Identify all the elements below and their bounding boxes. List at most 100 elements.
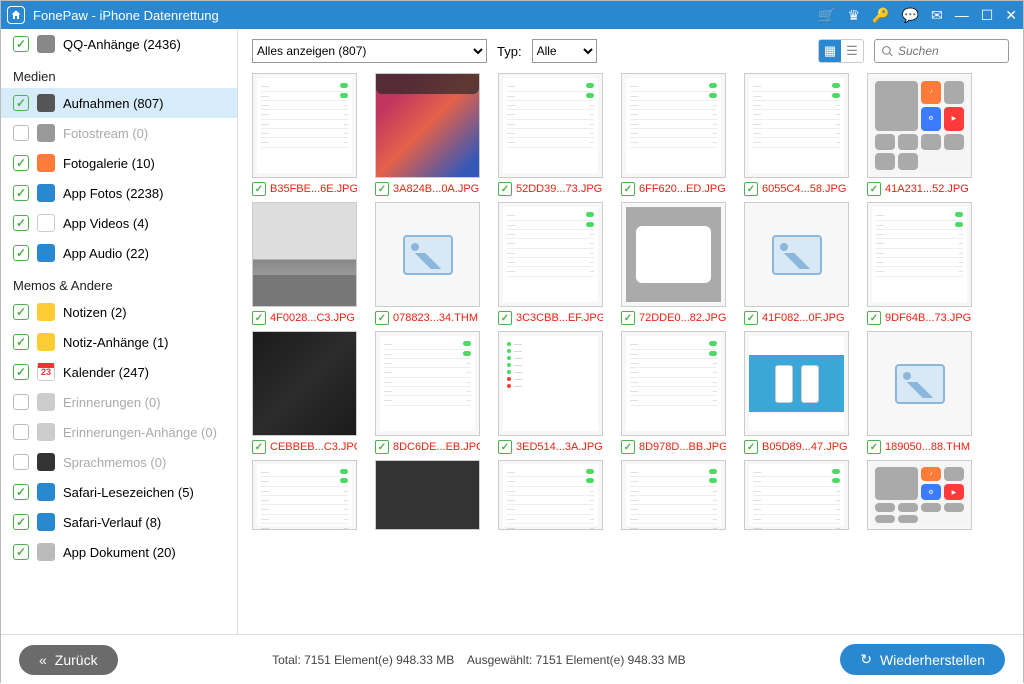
thumbnail[interactable]: ——————————————————— — [867, 202, 972, 307]
thumbnail-cell[interactable]: 41F082...0F.JPG — [744, 202, 849, 325]
back-button[interactable]: « Zurück — [19, 645, 118, 675]
thumbnail[interactable]: —— —— —— —— —— —— —— — [498, 331, 603, 436]
thumbnail[interactable]: ——————————————————— — [498, 202, 603, 307]
thumbnail-cell[interactable]: B05D89...47.JPG — [744, 331, 849, 454]
sidebar-item[interactable]: Aufnahmen (807) — [1, 88, 237, 118]
cart-icon[interactable]: 🛒 — [818, 7, 835, 24]
thumbnail-cell[interactable]: 078823...34.THM — [375, 202, 480, 325]
thumbnail[interactable]: ——————————————————— — [252, 460, 357, 530]
file-checkbox[interactable] — [375, 440, 389, 454]
thumbnail[interactable]: ——————————————————— — [498, 73, 603, 178]
checkbox[interactable] — [13, 185, 29, 201]
thumbnail-cell[interactable]: ♪⚙▶41A231...52.JPG — [867, 73, 972, 196]
sidebar-item[interactable]: App Fotos (2238) — [1, 178, 237, 208]
grid-view-button[interactable]: ▦ — [819, 40, 841, 62]
sidebar-item[interactable]: App Dokument (20) — [1, 537, 237, 567]
thumbnail-cell[interactable]: —— —— —— —— —— —— ——3ED514...3A.JPG — [498, 331, 603, 454]
list-view-button[interactable]: ☰ — [841, 40, 863, 62]
file-checkbox[interactable] — [621, 311, 635, 325]
thumbnail-cell[interactable]: ———————————————————8D978D...BB.JPG — [621, 331, 726, 454]
close-icon[interactable]: ✕ — [1005, 7, 1017, 24]
minimize-icon[interactable]: — — [955, 7, 969, 23]
home-icon[interactable] — [7, 6, 25, 24]
key-icon[interactable]: 🔑 — [872, 7, 889, 24]
thumbnail[interactable]: ——————————————————— — [621, 73, 726, 178]
thumbnail[interactable] — [621, 202, 726, 307]
thumbnail-cell[interactable]: ——————————————————— — [744, 460, 849, 530]
file-checkbox[interactable] — [498, 311, 512, 325]
checkbox[interactable] — [13, 155, 29, 171]
thumbnail[interactable]: ——————————————————— — [621, 460, 726, 530]
checkbox[interactable] — [13, 304, 29, 320]
thumbnail-cell[interactable]: ——————————————————— — [252, 460, 357, 530]
chat-icon[interactable]: 💬 — [902, 7, 919, 24]
thumbnail[interactable] — [252, 331, 357, 436]
thumbnail[interactable] — [375, 73, 480, 178]
thumbnail-cell[interactable]: 189050...88.THM — [867, 331, 972, 454]
thumbnail[interactable] — [744, 331, 849, 436]
file-checkbox[interactable] — [498, 182, 512, 196]
thumbnail[interactable] — [252, 202, 357, 307]
sidebar-item[interactable]: App Audio (22) — [1, 238, 237, 268]
mail-icon[interactable]: ✉ — [931, 7, 943, 24]
thumbnail-cell[interactable]: CEBBEB...C3.JPG — [252, 331, 357, 454]
thumbnail[interactable]: ——————————————————— — [621, 331, 726, 436]
sidebar-item[interactable]: Notizen (2) — [1, 297, 237, 327]
thumbnail[interactable] — [375, 460, 480, 530]
thumbnail-cell[interactable]: ———————————————————52DD39...73.JPG — [498, 73, 603, 196]
thumbnail-cell[interactable]: ———————————————————6055C4...58.JPG — [744, 73, 849, 196]
sidebar-item[interactable]: Safari-Lesezeichen (5) — [1, 477, 237, 507]
search-input[interactable] — [898, 44, 1002, 58]
thumbnail-cell[interactable]: ———————————————————3C3CBB...EF.JPG — [498, 202, 603, 325]
thumbnail[interactable]: ——————————————————— — [744, 460, 849, 530]
sidebar-item[interactable]: Fotogalerie (10) — [1, 148, 237, 178]
thumbnail[interactable]: ♪⚙▶ — [867, 73, 972, 178]
file-checkbox[interactable] — [252, 440, 266, 454]
thumbnail-cell[interactable]: 72DDE0...82.JPG — [621, 202, 726, 325]
thumbnail[interactable]: ——————————————————— — [375, 331, 480, 436]
thumbnail-cell[interactable] — [375, 460, 480, 530]
checkbox[interactable] — [13, 514, 29, 530]
thumbnail-cell[interactable]: ♪⚙▶ — [867, 460, 972, 530]
thumbnail[interactable] — [867, 331, 972, 436]
file-checkbox[interactable] — [867, 440, 881, 454]
checkbox[interactable] — [13, 544, 29, 560]
file-checkbox[interactable] — [252, 182, 266, 196]
sidebar-item[interactable]: App Videos (4) — [1, 208, 237, 238]
file-checkbox[interactable] — [498, 440, 512, 454]
thumbnail-cell[interactable]: ——————————————————— — [621, 460, 726, 530]
thumbnail[interactable] — [375, 202, 480, 307]
thumbnail-cell[interactable]: ——————————————————— — [498, 460, 603, 530]
thumbnail-cell[interactable]: ———————————————————B35FBE...6E.JPG — [252, 73, 357, 196]
checkbox[interactable] — [13, 95, 29, 111]
file-checkbox[interactable] — [621, 440, 635, 454]
checkbox[interactable] — [13, 364, 29, 380]
thumbnail-cell[interactable]: ———————————————————9DF64B...73.JPG — [867, 202, 972, 325]
checkbox[interactable] — [13, 245, 29, 261]
file-checkbox[interactable] — [744, 440, 758, 454]
sidebar-item[interactable]: 23Kalender (247) — [1, 357, 237, 387]
thumbnail-cell[interactable]: 3A824B...0A.JPG — [375, 73, 480, 196]
checkbox[interactable] — [13, 484, 29, 500]
thumbnail[interactable]: ——————————————————— — [252, 73, 357, 178]
checkbox[interactable] — [13, 36, 29, 52]
recover-button[interactable]: ↻ Wiederherstellen — [840, 644, 1005, 675]
thumbnail-cell[interactable]: ———————————————————8DC6DE...EB.JPG — [375, 331, 480, 454]
sidebar-item[interactable]: QQ-Anhänge (2436) — [1, 29, 237, 59]
file-checkbox[interactable] — [867, 311, 881, 325]
file-checkbox[interactable] — [621, 182, 635, 196]
file-checkbox[interactable] — [867, 182, 881, 196]
maximize-icon[interactable]: ☐ — [981, 7, 994, 24]
thumbnail[interactable]: ♪⚙▶ — [867, 460, 972, 530]
thumbnail-cell[interactable]: ———————————————————6FF620...ED.JPG — [621, 73, 726, 196]
thumbnail[interactable] — [744, 202, 849, 307]
type-select[interactable]: Alle — [532, 39, 597, 63]
sidebar-item[interactable]: Safari-Verlauf (8) — [1, 507, 237, 537]
file-checkbox[interactable] — [375, 311, 389, 325]
sidebar-item[interactable]: Notiz-Anhänge (1) — [1, 327, 237, 357]
file-checkbox[interactable] — [252, 311, 266, 325]
checkbox[interactable] — [13, 334, 29, 350]
file-checkbox[interactable] — [744, 311, 758, 325]
thumbnail-cell[interactable]: 4F0028...C3.JPG — [252, 202, 357, 325]
diamond-icon[interactable]: ♛ — [848, 7, 861, 24]
